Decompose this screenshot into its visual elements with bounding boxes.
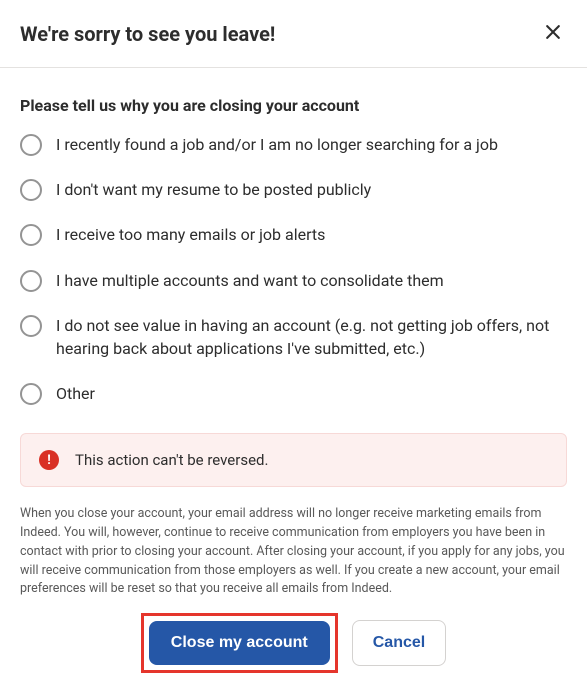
warning-text: This action can't be reversed. xyxy=(75,451,268,469)
disclosure-text: When you close your account, your email … xyxy=(20,505,567,599)
radio-icon xyxy=(20,270,42,292)
highlight-box: Close my account xyxy=(141,613,338,673)
close-button[interactable] xyxy=(539,18,567,49)
radio-label: Other xyxy=(56,382,95,405)
modal-header: We're sorry to see you leave! xyxy=(0,0,587,68)
radio-option-resume-privacy[interactable]: I don't want my resume to be posted publ… xyxy=(20,178,567,201)
radio-icon xyxy=(20,224,42,246)
radio-group: I recently found a job and/or I am no lo… xyxy=(20,133,567,405)
radio-option-other[interactable]: Other xyxy=(20,382,567,405)
close-account-button[interactable]: Close my account xyxy=(149,621,330,665)
radio-label: I recently found a job and/or I am no lo… xyxy=(56,133,498,156)
radio-label: I don't want my resume to be posted publ… xyxy=(56,178,371,201)
radio-option-no-value[interactable]: I do not see value in having an account … xyxy=(20,314,567,360)
radio-icon xyxy=(20,134,42,156)
radio-icon xyxy=(20,383,42,405)
radio-option-multiple-accounts[interactable]: I have multiple accounts and want to con… xyxy=(20,269,567,292)
radio-icon xyxy=(20,179,42,201)
warning-banner: ! This action can't be reversed. xyxy=(20,433,567,487)
modal-title: We're sorry to see you leave! xyxy=(20,22,275,46)
warning-icon: ! xyxy=(39,450,59,470)
radio-label: I receive too many emails or job alerts xyxy=(56,223,325,246)
radio-option-too-many-emails[interactable]: I receive too many emails or job alerts xyxy=(20,223,567,246)
cancel-button[interactable]: Cancel xyxy=(352,620,446,666)
question-label: Please tell us why you are closing your … xyxy=(20,96,567,115)
radio-label: I have multiple accounts and want to con… xyxy=(56,269,444,292)
radio-option-found-job[interactable]: I recently found a job and/or I am no lo… xyxy=(20,133,567,156)
button-row: Close my account Cancel xyxy=(20,613,567,673)
modal-body: Please tell us why you are closing your … xyxy=(0,68,587,693)
radio-label: I do not see value in having an account … xyxy=(56,314,567,360)
radio-icon xyxy=(20,315,42,337)
close-icon xyxy=(543,22,563,45)
